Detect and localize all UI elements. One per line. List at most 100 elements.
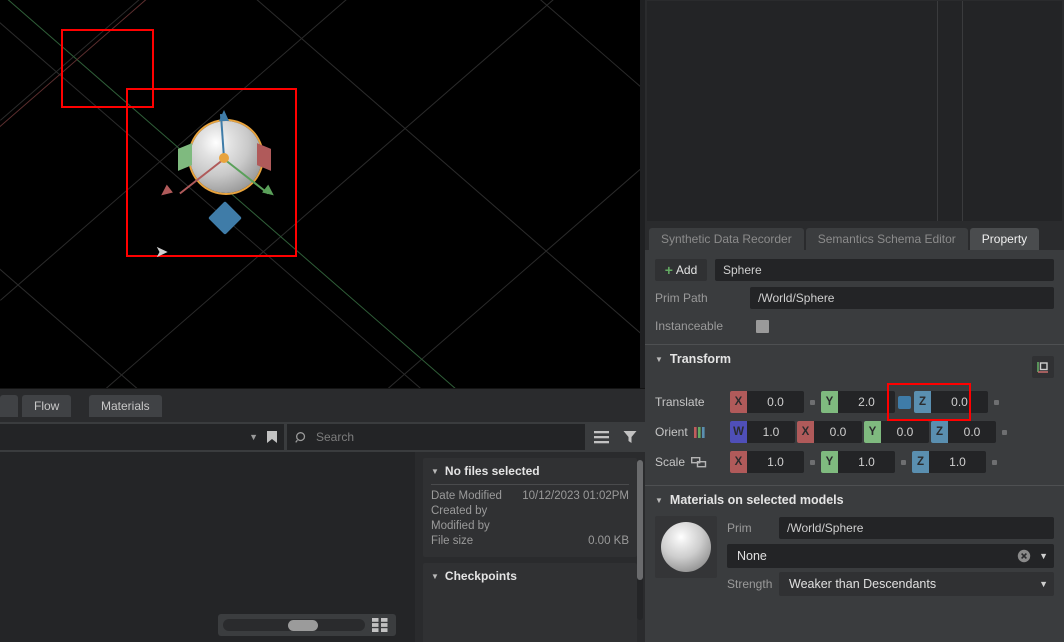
details-scrollbar[interactable] xyxy=(637,460,643,620)
omniverse-app-window: ➤ Flow Materials ▼ Search ▼ No files sel… xyxy=(0,0,1064,642)
file-info-header[interactable]: ▼ No files selected xyxy=(423,458,637,484)
table-row: File size 0.00 KB xyxy=(431,534,629,549)
scale-label: Scale xyxy=(655,455,730,469)
material-strength-select[interactable]: Weaker than Descendants ▼ xyxy=(779,572,1054,596)
orient-x-field[interactable]: X 0.0 xyxy=(797,421,862,443)
row-label: Created by xyxy=(431,505,488,517)
bookmark-icon[interactable] xyxy=(266,430,278,444)
stage-tree-view[interactable] xyxy=(647,1,1062,221)
filter-icon[interactable] xyxy=(623,430,637,444)
field-connector-highlighted[interactable] xyxy=(898,395,911,409)
tab-stub[interactable] xyxy=(0,395,18,417)
orient-z-value: 0.0 xyxy=(963,425,981,439)
details-pane: ▼ No files selected Date Modified 10/12/… xyxy=(415,452,645,642)
caret-down-icon[interactable]: ▼ xyxy=(431,572,439,581)
property-content: + Add Sphere Prim Path /World/Sphere Ins… xyxy=(645,250,1064,642)
tab-flow[interactable]: Flow xyxy=(22,395,72,417)
materials-section-header[interactable]: ▼ Materials on selected models xyxy=(655,486,1054,514)
tab-property[interactable]: Property xyxy=(969,228,1040,250)
grid-view-icon[interactable] xyxy=(369,614,391,636)
prim-path-field[interactable]: /World/Sphere xyxy=(750,287,1054,309)
prim-name-row: + Add Sphere xyxy=(655,258,1054,282)
axis-pivot-icon[interactable] xyxy=(1032,356,1054,378)
translate-z-value: 0.0 xyxy=(951,395,968,409)
orient-y-field[interactable]: Y 0.0 xyxy=(864,421,929,443)
tab-semantics-schema-editor[interactable]: Semantics Schema Editor xyxy=(805,228,968,250)
path-bar[interactable]: ▼ xyxy=(0,424,284,450)
caret-down-icon[interactable]: ▼ xyxy=(431,467,439,476)
scale-x-field[interactable]: X 1.0 xyxy=(730,451,804,473)
transform-section-header[interactable]: ▼ Transform xyxy=(655,345,1054,373)
thumbnail-size-controls xyxy=(218,614,396,636)
checkpoints-header[interactable]: ▼ Checkpoints xyxy=(423,563,637,589)
content-browser-body: ▼ No files selected Date Modified 10/12/… xyxy=(0,452,645,642)
prim-path-row: Prim Path /World/Sphere xyxy=(655,286,1054,310)
axis-tag-w: W xyxy=(730,421,747,443)
material-strength-value: Weaker than Descendants xyxy=(789,577,937,591)
search-bar[interactable] xyxy=(287,424,585,450)
caret-down-icon[interactable]: ▼ xyxy=(655,355,663,364)
thumbnail-pane[interactable] xyxy=(0,452,415,642)
gizmo-arrowhead-y[interactable] xyxy=(219,110,229,121)
tab-label: Synthetic Data Recorder xyxy=(661,232,792,246)
add-button[interactable]: + Add xyxy=(655,259,707,281)
translate-y-value: 2.0 xyxy=(858,395,875,409)
property-tab-bar: Synthetic Data Recorder Semantics Schema… xyxy=(645,224,1064,250)
material-prim-value: /World/Sphere xyxy=(787,521,864,535)
caret-down-icon[interactable]: ▼ xyxy=(655,496,663,505)
file-info-section: ▼ No files selected Date Modified 10/12/… xyxy=(423,458,637,557)
orient-w-value: 1.0 xyxy=(762,425,780,439)
field-connector xyxy=(994,399,999,405)
material-sphere-preview[interactable] xyxy=(655,516,717,578)
field-connector xyxy=(901,459,906,465)
slider-knob[interactable] xyxy=(288,620,319,631)
scale-z-field[interactable]: Z 1.0 xyxy=(912,451,986,473)
material-select[interactable]: None ▼ xyxy=(727,544,1054,568)
link-icon[interactable] xyxy=(691,456,707,468)
tab-synthetic-data-recorder[interactable]: Synthetic Data Recorder xyxy=(649,228,804,250)
column-divider[interactable] xyxy=(937,1,938,221)
instanceable-checkbox[interactable] xyxy=(756,319,769,333)
clear-circle-icon[interactable] xyxy=(1017,549,1031,563)
tab-materials[interactable]: Materials xyxy=(89,395,162,417)
file-info-title: No files selected xyxy=(444,464,540,478)
scale-z-value: 1.0 xyxy=(949,455,966,469)
thumbnail-size-slider[interactable] xyxy=(223,619,365,631)
translate-z-field[interactable]: Z 0.0 xyxy=(914,391,988,413)
material-strength-row: Strength Weaker than Descendants ▼ xyxy=(727,572,1054,596)
column-divider[interactable] xyxy=(962,1,963,221)
checkpoints-section: ▼ Checkpoints xyxy=(423,563,637,642)
orient-w-field[interactable]: W 1.0 xyxy=(730,421,795,443)
material-prim-field[interactable]: /World/Sphere xyxy=(779,517,1054,539)
table-row: Date Modified 10/12/2023 01:02PM xyxy=(431,489,629,504)
axis-tag-y: Y xyxy=(821,451,838,473)
orient-z-field[interactable]: Z 0.0 xyxy=(931,421,996,443)
field-connector xyxy=(992,459,997,465)
orient-x-value: 0.0 xyxy=(829,425,847,439)
chevron-down-icon[interactable]: ▼ xyxy=(1039,579,1048,589)
chevron-down-icon[interactable]: ▼ xyxy=(1039,551,1048,561)
instanceable-label: Instanceable xyxy=(655,319,724,333)
axis-tag-x: X xyxy=(797,421,814,443)
table-row: Modified by xyxy=(431,519,629,534)
chevron-down-icon[interactable]: ▼ xyxy=(249,432,258,442)
3d-viewport[interactable]: ➤ xyxy=(0,0,640,388)
translate-fields: X 0.0 Y 2.0 Z 0.0 xyxy=(730,391,1054,413)
translate-y-field[interactable]: Y 2.0 xyxy=(821,391,895,413)
list-icon[interactable] xyxy=(593,430,609,444)
property-panel: Synthetic Data Recorder Semantics Schema… xyxy=(645,0,1064,642)
translate-x-field[interactable]: X 0.0 xyxy=(730,391,804,413)
tab-label: Semantics Schema Editor xyxy=(817,232,956,246)
prim-name-value: Sphere xyxy=(723,263,762,277)
row-label: Date Modified xyxy=(431,490,502,502)
plus-icon: + xyxy=(664,262,673,278)
mouse-cursor: ➤ xyxy=(155,244,169,261)
tab-label: Property xyxy=(981,232,1028,246)
axis-tag-y: Y xyxy=(864,421,881,443)
prim-name-field[interactable]: Sphere xyxy=(715,259,1054,281)
scale-fields: X 1.0 Y 1.0 Z 1.0 xyxy=(730,451,1054,473)
scale-y-field[interactable]: Y 1.0 xyxy=(821,451,895,473)
gizmo-center-handle[interactable] xyxy=(219,153,229,163)
search-input[interactable] xyxy=(316,430,577,444)
field-connector xyxy=(1002,429,1007,435)
